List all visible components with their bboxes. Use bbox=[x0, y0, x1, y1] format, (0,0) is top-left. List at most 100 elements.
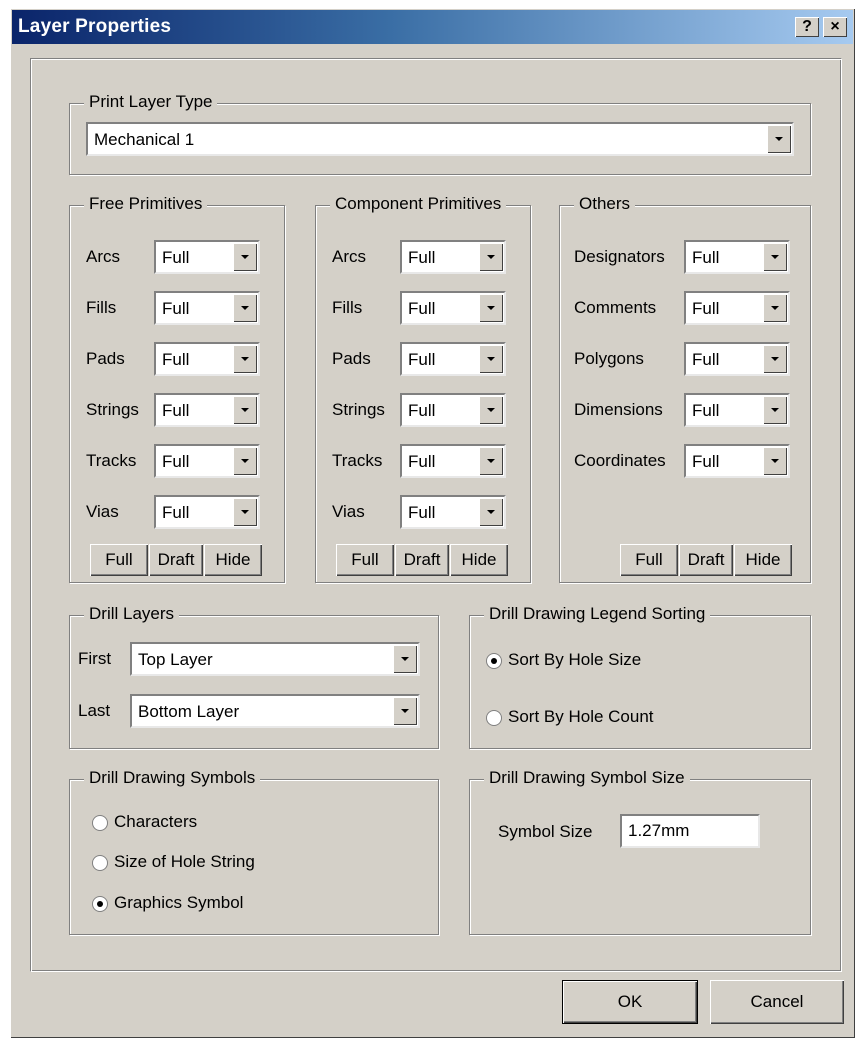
others-row-label: Comments bbox=[574, 298, 657, 317]
chevron-down-icon[interactable] bbox=[479, 345, 503, 373]
free-primitives-row-label: Strings bbox=[86, 400, 139, 419]
chevron-down-icon[interactable] bbox=[763, 294, 787, 322]
characters-label: Characters bbox=[114, 812, 198, 831]
component-primitives-row-select[interactable]: Full bbox=[400, 393, 506, 427]
print-layer-type-group: Print Layer Type Mechanical 1 bbox=[69, 92, 811, 175]
chevron-down-icon[interactable] bbox=[479, 498, 503, 526]
others-row-select[interactable]: Full bbox=[684, 393, 790, 427]
first-layer-label: First bbox=[78, 649, 112, 668]
drill-layers-legend: Drill Layers bbox=[84, 604, 180, 624]
symbol-size-input[interactable]: 1.27mm bbox=[620, 814, 760, 848]
component-primitives-row-label: Vias bbox=[332, 502, 365, 521]
component-primitives-row-label: Strings bbox=[332, 400, 385, 419]
select-value: Full bbox=[692, 401, 720, 420]
close-button[interactable]: × bbox=[823, 17, 847, 37]
free-primitives-row-label: Pads bbox=[86, 349, 125, 368]
select-value: Full bbox=[408, 452, 436, 471]
component-primitives-row-select[interactable]: Full bbox=[400, 342, 506, 376]
free-primitives-row-select[interactable]: Full bbox=[154, 342, 260, 376]
select-value: Full bbox=[692, 350, 720, 369]
chevron-down-icon[interactable] bbox=[393, 645, 417, 673]
select-value: Full bbox=[162, 248, 190, 267]
component-primitives-row-select[interactable]: Full bbox=[400, 495, 506, 529]
chevron-down-icon[interactable] bbox=[233, 243, 257, 271]
others-row-label: Designators bbox=[574, 247, 665, 266]
chevron-down-icon[interactable] bbox=[479, 396, 503, 424]
select-value: Full bbox=[162, 503, 190, 522]
others-full-button[interactable]: Full bbox=[620, 544, 678, 576]
select-value: Full bbox=[692, 452, 720, 471]
others-draft-button[interactable]: Draft bbox=[679, 544, 733, 576]
select-value: Full bbox=[408, 503, 436, 522]
print-layer-type-select[interactable]: Mechanical 1 bbox=[86, 122, 794, 156]
chevron-down-icon[interactable] bbox=[479, 243, 503, 271]
others-hide-button[interactable]: Hide bbox=[734, 544, 792, 576]
chevron-down-icon[interactable] bbox=[763, 243, 787, 271]
chevron-down-icon[interactable] bbox=[233, 498, 257, 526]
others-row-select[interactable]: Full bbox=[684, 342, 790, 376]
select-value: Full bbox=[408, 350, 436, 369]
ok-button[interactable]: OK bbox=[562, 980, 698, 1024]
symbol-size-value: 1.27mm bbox=[628, 821, 690, 840]
sort-by-hole-count-label: Sort By Hole Count bbox=[508, 707, 654, 726]
component-primitives-row-select[interactable]: Full bbox=[400, 240, 506, 274]
free-primitives-full-button[interactable]: Full bbox=[90, 544, 148, 576]
select-value: Full bbox=[162, 452, 190, 471]
others-row-label: Polygons bbox=[574, 349, 644, 368]
graphics-symbol-radio[interactable]: Graphics Symbol bbox=[92, 893, 392, 917]
sort-by-hole-count-radio[interactable]: Sort By Hole Count bbox=[486, 707, 786, 731]
free-primitives-group: Free Primitives Arcs Full Fills Full Pads Ful… bbox=[69, 194, 285, 583]
chevron-down-icon[interactable] bbox=[233, 447, 257, 475]
free-primitives-row-label: Vias bbox=[86, 502, 119, 521]
free-primitives-row-select[interactable]: Full bbox=[154, 495, 260, 529]
others-row-select[interactable]: Full bbox=[684, 444, 790, 478]
first-layer-select[interactable]: Top Layer bbox=[130, 642, 420, 676]
radio-unchecked-icon[interactable] bbox=[92, 855, 108, 871]
title-bar[interactable]: Layer Properties ? × bbox=[12, 10, 853, 44]
component-primitives-row-select[interactable]: Full bbox=[400, 291, 506, 325]
legend-sorting-legend: Drill Drawing Legend Sorting bbox=[484, 604, 711, 624]
chevron-down-icon[interactable] bbox=[233, 345, 257, 373]
symbol-size-legend: Drill Drawing Symbol Size bbox=[484, 768, 690, 788]
others-group: Others Designators Full Comments Full Polygo… bbox=[559, 194, 811, 583]
chevron-down-icon[interactable] bbox=[233, 294, 257, 322]
size-of-hole-string-label: Size of Hole String bbox=[114, 852, 255, 871]
chevron-down-icon[interactable] bbox=[763, 345, 787, 373]
radio-checked-icon[interactable] bbox=[486, 653, 502, 669]
component-primitives-row-label: Tracks bbox=[332, 451, 383, 470]
chevron-down-icon[interactable] bbox=[767, 125, 791, 153]
radio-unchecked-icon[interactable] bbox=[486, 710, 502, 726]
characters-radio[interactable]: Characters bbox=[92, 812, 392, 836]
component-primitives-full-button[interactable]: Full bbox=[336, 544, 394, 576]
last-layer-select[interactable]: Bottom Layer bbox=[130, 694, 420, 728]
free-primitives-draft-button[interactable]: Draft bbox=[149, 544, 203, 576]
component-primitives-row-label: Arcs bbox=[332, 247, 366, 266]
others-row-select[interactable]: Full bbox=[684, 291, 790, 325]
size-of-hole-string-radio[interactable]: Size of Hole String bbox=[92, 852, 392, 876]
select-value: Full bbox=[162, 299, 190, 318]
chevron-down-icon[interactable] bbox=[479, 294, 503, 322]
radio-unchecked-icon[interactable] bbox=[92, 815, 108, 831]
chevron-down-icon[interactable] bbox=[763, 396, 787, 424]
others-row-select[interactable]: Full bbox=[684, 240, 790, 274]
free-primitives-row-select[interactable]: Full bbox=[154, 444, 260, 478]
component-primitives-draft-button[interactable]: Draft bbox=[395, 544, 449, 576]
component-primitives-hide-button[interactable]: Hide bbox=[450, 544, 508, 576]
chevron-down-icon[interactable] bbox=[479, 447, 503, 475]
free-primitives-row-select[interactable]: Full bbox=[154, 393, 260, 427]
last-layer-label: Last bbox=[78, 701, 111, 720]
chevron-down-icon[interactable] bbox=[393, 697, 417, 725]
symbol-size-group: Drill Drawing Symbol Size Symbol Size 1.… bbox=[469, 768, 811, 935]
component-primitives-row-select[interactable]: Full bbox=[400, 444, 506, 478]
free-primitives-hide-button[interactable]: Hide bbox=[204, 544, 262, 576]
free-primitives-row-select[interactable]: Full bbox=[154, 240, 260, 274]
free-primitives-row-label: Arcs bbox=[86, 247, 120, 266]
component-primitives-row-label: Fills bbox=[332, 298, 363, 317]
radio-checked-icon[interactable] bbox=[92, 896, 108, 912]
cancel-button[interactable]: Cancel bbox=[710, 980, 844, 1024]
sort-by-hole-size-radio[interactable]: Sort By Hole Size bbox=[486, 650, 786, 674]
free-primitives-row-select[interactable]: Full bbox=[154, 291, 260, 325]
chevron-down-icon[interactable] bbox=[763, 447, 787, 475]
help-button[interactable]: ? bbox=[795, 17, 819, 37]
chevron-down-icon[interactable] bbox=[233, 396, 257, 424]
